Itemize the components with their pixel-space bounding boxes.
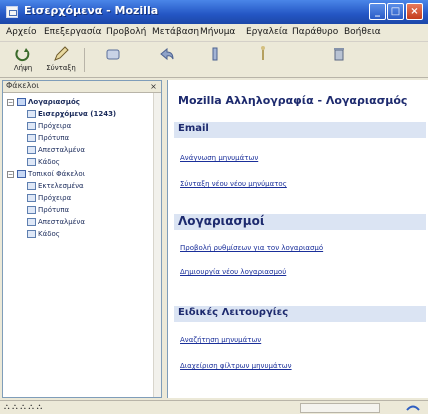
tree-account-local[interactable]: Τοπικοί Φάκελοι	[17, 169, 85, 180]
pane-close-icon[interactable]: ×	[149, 82, 158, 91]
reply-all-button[interactable]	[200, 44, 230, 76]
sent-icon	[27, 146, 36, 154]
templates-icon	[27, 206, 36, 214]
templates-icon	[27, 134, 36, 142]
tree-folder-templates-local[interactable]: Πρότυπα	[27, 205, 69, 216]
tree-account-mail[interactable]: Λογαριασμός	[17, 97, 80, 108]
mail-window: Εισερχόμενα - Mozilla _ □ × Αρχείο Επεξε…	[0, 0, 428, 414]
maximize-button[interactable]: □	[387, 3, 404, 20]
menu-bar: Αρχείο Επεξεργασία Προβολή Μετάβαση Μήνυ…	[0, 24, 428, 42]
folder-pane: Φάκελοι × − Λογαριασμός Εισερχόμενα (124…	[2, 80, 162, 398]
tree-folder-drafts[interactable]: Πρόχειρα	[27, 121, 71, 132]
local-folders-icon	[17, 170, 26, 178]
toolbar: Λήψη Σύνταξη	[0, 42, 428, 78]
collapse-toggle-icon[interactable]: −	[7, 171, 14, 178]
tree-folder-sent[interactable]: Απεσταλμένα	[27, 145, 85, 156]
section-advanced-title: Ειδικές Λειτουργίες	[178, 307, 289, 318]
folder-pane-title: Φάκελοι	[6, 81, 39, 90]
mail-app-icon	[6, 6, 18, 18]
forward-button[interactable]	[248, 44, 278, 76]
menu-help[interactable]: Βοήθεια	[344, 27, 381, 37]
delete-icon	[334, 48, 344, 61]
compose-label: Σύνταξη	[46, 64, 76, 72]
tree-folder-drafts-local[interactable]: Πρόχειρα	[27, 193, 71, 204]
account-settings-link[interactable]: Προβολή ρυθμίσεων για τον λογαριασμό	[180, 244, 323, 252]
address-book-icon	[106, 49, 120, 60]
online-status-icon[interactable]	[406, 403, 420, 413]
get-mail-button[interactable]: Λήψη	[8, 44, 38, 76]
sent-icon	[27, 218, 36, 226]
start-page: Mozilla Αλληλογραφία - Λογαριασμός Email…	[167, 80, 428, 398]
folder-pane-header: Φάκελοι ×	[3, 81, 161, 93]
title-bar[interactable]: Εισερχόμενα - Mozilla _ □ ×	[0, 0, 428, 24]
page-title: Mozilla Αλληλογραφία - Λογαριασμός	[178, 94, 408, 107]
menu-window[interactable]: Παράθυρο	[292, 27, 338, 37]
address-book-button[interactable]	[98, 44, 128, 76]
menu-tools[interactable]: Εργαλεία	[246, 27, 288, 37]
section-advanced: Ειδικές Λειτουργίες	[174, 306, 426, 322]
window-title: Εισερχόμενα - Mozilla	[24, 4, 159, 17]
status-bar: ⛬ ⛬ ⛬ ⛬ ⛬	[0, 400, 428, 414]
status-progress-field	[300, 403, 380, 413]
folder-pane-scrollbar[interactable]	[153, 93, 161, 397]
reply-all-icon	[212, 47, 218, 61]
search-messages-link[interactable]: Αναζήτηση μηνυμάτων	[180, 336, 261, 344]
new-account-link[interactable]: Δημιουργία νέου λογαριασμού	[180, 268, 286, 276]
tree-folder-templates[interactable]: Πρότυπα	[27, 133, 69, 144]
delete-button[interactable]	[324, 44, 354, 76]
compose-button[interactable]: Σύνταξη	[46, 44, 76, 76]
menu-go[interactable]: Μετάβαση	[152, 27, 199, 37]
close-button[interactable]: ×	[406, 3, 423, 20]
get-mail-icon	[15, 48, 30, 62]
get-mail-label: Λήψη	[13, 64, 33, 72]
collapse-toggle-icon[interactable]: −	[7, 99, 14, 106]
menu-message[interactable]: Μήνυμα	[200, 27, 235, 37]
forward-icon	[261, 46, 265, 60]
reply-icon	[160, 47, 174, 61]
tree-folder-trash[interactable]: Κάδος	[27, 157, 60, 168]
compose-message-link[interactable]: Σύνταξη νέου νέου μηνύματος	[180, 180, 287, 188]
status-icons-text: ⛬ ⛬ ⛬ ⛬ ⛬	[4, 402, 43, 411]
menu-view[interactable]: Προβολή	[106, 27, 146, 37]
tree-folder-trash-local[interactable]: Κάδος	[27, 229, 60, 240]
menu-edit[interactable]: Επεξεργασία	[44, 27, 102, 37]
trash-icon	[27, 158, 36, 166]
compose-icon	[54, 46, 69, 61]
account-icon	[17, 98, 26, 106]
tree-folder-outbox[interactable]: Εκτελεσμένα	[27, 181, 84, 192]
inbox-icon	[27, 110, 36, 118]
drafts-icon	[27, 194, 36, 202]
section-accounts: Λογαριασμοί	[174, 214, 426, 230]
tree-folder-inbox[interactable]: Εισερχόμενα (1243)	[27, 109, 116, 120]
toolbar-separator	[84, 48, 85, 72]
trash-icon	[27, 230, 36, 238]
message-filters-link[interactable]: Διαχείριση φίλτρων μηνυμάτων	[180, 362, 292, 370]
read-messages-link[interactable]: Ανάγνωση μηνυμάτων	[180, 154, 258, 162]
minimize-button[interactable]: _	[369, 3, 386, 20]
menu-file[interactable]: Αρχείο	[6, 27, 37, 37]
drafts-icon	[27, 122, 36, 130]
section-email: Email	[174, 122, 426, 138]
outbox-icon	[27, 182, 36, 190]
section-accounts-title: Λογαριασμοί	[178, 214, 265, 228]
tree-folder-sent-local[interactable]: Απεσταλμένα	[27, 217, 85, 228]
reply-button[interactable]	[152, 44, 182, 76]
section-email-title: Email	[178, 123, 209, 134]
